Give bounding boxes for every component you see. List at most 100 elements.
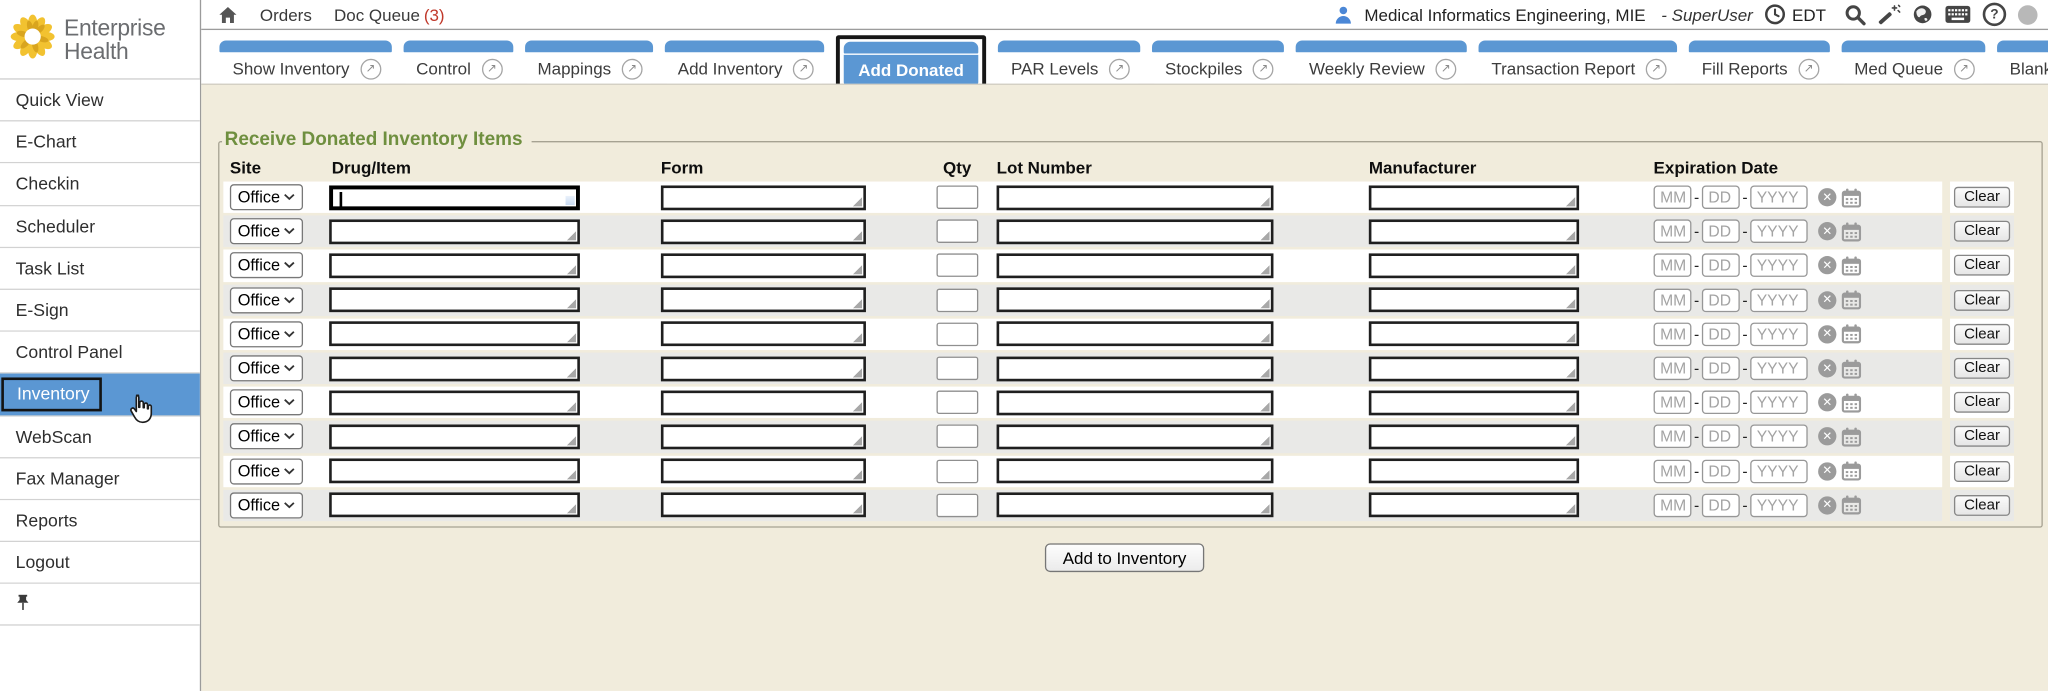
sidebar-item-fax-manager[interactable]: Fax Manager (0, 458, 200, 500)
qty-input[interactable] (936, 459, 978, 483)
clear-row-button[interactable]: Clear (1954, 255, 2011, 276)
tab-par-levels[interactable]: PAR Levels↗ (998, 40, 1140, 83)
drug-item-input[interactable] (329, 459, 580, 484)
help-icon[interactable]: ? (1983, 3, 2007, 27)
site-select[interactable]: Office (230, 355, 303, 381)
tab-stockpiles[interactable]: Stockpiles↗ (1152, 40, 1284, 83)
wand-icon[interactable] (1878, 3, 1900, 25)
sidebar-item-e-chart[interactable]: E-Chart (0, 122, 200, 164)
lot-number-input[interactable] (997, 253, 1274, 278)
clear-row-button[interactable]: Clear (1954, 426, 2011, 447)
sidebar-item-checkin[interactable]: Checkin (0, 164, 200, 206)
manufacturer-input[interactable] (1369, 288, 1579, 313)
exp-year-input[interactable] (1750, 357, 1807, 381)
site-select[interactable]: Office (230, 458, 303, 484)
exp-year-input[interactable] (1750, 425, 1807, 449)
open-in-new-window-icon[interactable]: ↗ (1435, 58, 1456, 79)
form-input[interactable] (661, 390, 866, 415)
keyboard-icon[interactable] (1945, 5, 1971, 23)
drug-item-input[interactable] (329, 219, 580, 244)
site-select[interactable]: Office (230, 287, 303, 313)
manufacturer-input[interactable] (1369, 459, 1579, 484)
drug-item-input[interactable] (329, 288, 580, 313)
exp-day-input[interactable] (1702, 391, 1740, 415)
manufacturer-input[interactable] (1369, 424, 1579, 449)
sidebar-pin-toggle[interactable] (0, 584, 200, 626)
calendar-icon[interactable] (1842, 461, 1862, 481)
clear-date-icon[interactable]: ✕ (1818, 291, 1836, 309)
qty-input[interactable] (936, 254, 978, 278)
site-select[interactable]: Office (230, 492, 303, 518)
manufacturer-input[interactable] (1369, 493, 1579, 518)
calendar-icon[interactable] (1842, 290, 1862, 310)
lot-number-input[interactable] (997, 493, 1274, 518)
exp-day-input[interactable] (1702, 459, 1740, 483)
exp-year-input[interactable] (1750, 220, 1807, 244)
clear-row-button[interactable]: Clear (1954, 221, 2011, 242)
lot-number-input[interactable] (997, 424, 1274, 449)
form-input[interactable] (661, 424, 866, 449)
clear-row-button[interactable]: Clear (1954, 324, 2011, 345)
site-select[interactable]: Office (230, 424, 303, 450)
exp-month-input[interactable] (1654, 425, 1692, 449)
tab-fill-reports[interactable]: Fill Reports↗ (1689, 40, 1830, 83)
tab-med-queue[interactable]: Med Queue↗ (1841, 40, 1985, 83)
exp-year-input[interactable] (1750, 288, 1807, 312)
form-input[interactable] (661, 185, 866, 210)
sidebar-item-logout[interactable]: Logout (0, 542, 200, 584)
tab-control[interactable]: Control↗ (403, 40, 513, 83)
drug-item-input[interactable] (329, 356, 580, 381)
form-input[interactable] (661, 493, 866, 518)
open-in-new-window-icon[interactable]: ↗ (1798, 58, 1819, 79)
lot-number-input[interactable] (997, 459, 1274, 484)
nav-orders[interactable]: Orders (260, 5, 312, 25)
tab-add-inventory[interactable]: Add Inventory↗ (665, 40, 825, 83)
form-input[interactable] (661, 288, 866, 313)
clear-date-icon[interactable]: ✕ (1818, 428, 1836, 446)
exp-month-input[interactable] (1654, 220, 1692, 244)
open-in-new-window-icon[interactable]: ↗ (360, 58, 381, 79)
site-select[interactable]: Office (230, 321, 303, 347)
calendar-icon[interactable] (1842, 256, 1862, 276)
drug-item-input[interactable] (329, 322, 580, 347)
exp-year-input[interactable] (1750, 459, 1807, 483)
sidebar-item-e-sign[interactable]: E-Sign (0, 290, 200, 332)
clear-date-icon[interactable]: ✕ (1818, 222, 1836, 240)
add-to-inventory-button[interactable]: Add to Inventory (1044, 543, 1204, 572)
exp-year-input[interactable] (1750, 254, 1807, 278)
clear-row-button[interactable]: Clear (1954, 358, 2011, 379)
exp-day-input[interactable] (1702, 288, 1740, 312)
tab-blank-labels[interactable]: Blank Labels↗ (1997, 40, 2048, 83)
clear-date-icon[interactable]: ✕ (1818, 188, 1836, 206)
open-in-new-window-icon[interactable]: ↗ (1109, 58, 1130, 79)
form-input[interactable] (661, 253, 866, 278)
exp-month-input[interactable] (1654, 391, 1692, 415)
exp-month-input[interactable] (1654, 186, 1692, 210)
tab-transaction-report[interactable]: Transaction Report↗ (1478, 40, 1677, 83)
sidebar-item-reports[interactable]: Reports (0, 500, 200, 542)
drug-item-input[interactable] (329, 390, 580, 415)
open-in-new-window-icon[interactable]: ↗ (1253, 58, 1274, 79)
manufacturer-input[interactable] (1369, 253, 1579, 278)
exp-year-input[interactable] (1750, 391, 1807, 415)
manufacturer-input[interactable] (1369, 219, 1579, 244)
site-select[interactable]: Office (230, 218, 303, 244)
open-in-new-window-icon[interactable]: ↗ (481, 58, 502, 79)
clear-row-button[interactable]: Clear (1954, 495, 2011, 516)
nav-doc-queue[interactable]: Doc Queue(3) (334, 5, 445, 25)
calendar-icon[interactable] (1842, 222, 1862, 242)
qty-input[interactable] (936, 220, 978, 244)
form-input[interactable] (661, 219, 866, 244)
drug-item-input[interactable] (329, 493, 580, 518)
exp-month-input[interactable] (1654, 288, 1692, 312)
lot-number-input[interactable] (997, 356, 1274, 381)
globe-icon[interactable] (1912, 4, 1933, 25)
qty-input[interactable] (936, 493, 978, 517)
exp-day-input[interactable] (1702, 254, 1740, 278)
sidebar-item-task-list[interactable]: Task List (0, 248, 200, 290)
sidebar-item-webscan[interactable]: WebScan (0, 416, 200, 458)
calendar-icon[interactable] (1842, 359, 1862, 379)
clear-date-icon[interactable]: ✕ (1818, 257, 1836, 275)
drug-item-input[interactable] (329, 253, 580, 278)
qty-input[interactable] (936, 391, 978, 415)
